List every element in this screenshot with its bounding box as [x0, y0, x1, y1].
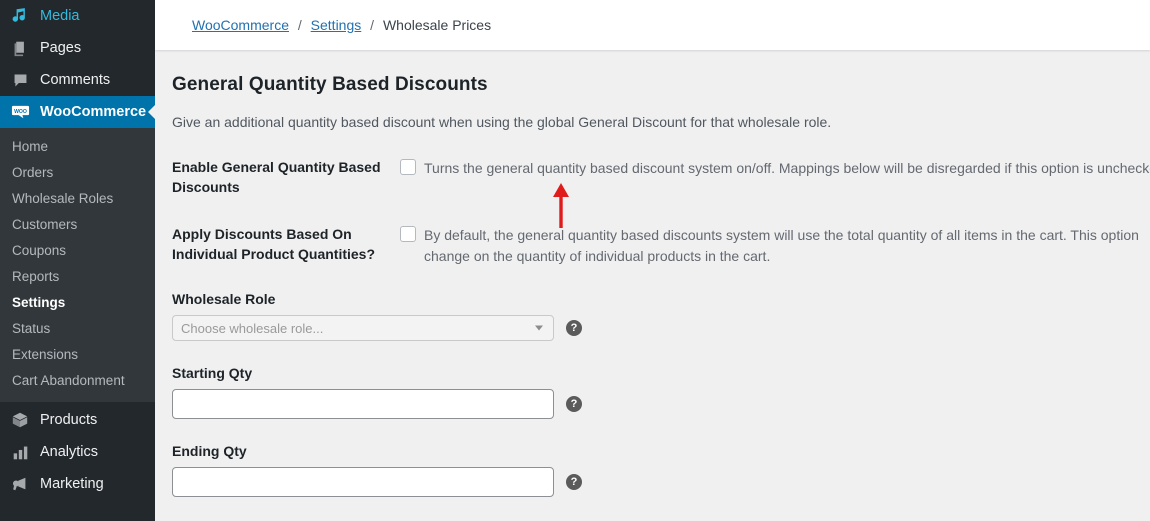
breadcrumb-separator: /: [298, 17, 302, 33]
media-icon: [9, 6, 31, 26]
submenu-item-wholesale-roles[interactable]: Wholesale Roles: [0, 186, 155, 212]
submenu-item-home[interactable]: Home: [0, 134, 155, 160]
field-line: Choose wholesale role... ?: [172, 315, 1150, 341]
marketing-megaphone-icon: [9, 474, 31, 494]
products-box-icon: [9, 410, 31, 430]
pages-icon: [9, 38, 31, 58]
sidebar-item-label: Products: [40, 412, 97, 428]
submenu-item-status[interactable]: Status: [0, 316, 155, 342]
sidebar-item-label: Pages: [40, 40, 81, 56]
sidebar-top-menu: Media Pages Comments: [0, 0, 155, 128]
breadcrumb: WooCommerce / Settings / Wholesale Price…: [192, 17, 491, 33]
page-title: General Quantity Based Discounts: [172, 74, 1150, 96]
sidebar-item-pages[interactable]: Pages: [0, 32, 155, 64]
admin-sidebar: Media Pages Comments: [0, 0, 155, 521]
sidebar-item-woocommerce[interactable]: WOO WooCommerce: [0, 96, 155, 128]
row-field: By default, the general quantity based d…: [400, 223, 1150, 267]
sidebar-item-media[interactable]: Media: [0, 0, 155, 32]
field-label: Starting Qty: [172, 365, 1150, 381]
starting-qty-input[interactable]: [172, 389, 554, 419]
breadcrumb-link-woocommerce[interactable]: WooCommerce: [192, 17, 289, 33]
submenu-item-reports[interactable]: Reports: [0, 264, 155, 290]
page-description: Give an additional quantity based discou…: [172, 114, 1150, 130]
sidebar-item-label: WooCommerce: [40, 104, 146, 120]
woocommerce-submenu: Home Orders Wholesale Roles Customers Co…: [0, 128, 155, 402]
row-field: Turns the general quantity based discoun…: [400, 156, 1150, 179]
submenu-item-settings[interactable]: Settings: [0, 290, 155, 316]
row-apply-discounts-individual-product-quantities: Apply Discounts Based On Individual Prod…: [172, 223, 1150, 267]
row-description: By default, the general quantity based d…: [424, 225, 1150, 267]
row-label: Enable General Quantity Based Discounts: [172, 156, 400, 197]
help-question-icon[interactable]: ?: [566, 396, 582, 412]
sidebar-item-products[interactable]: Products: [0, 404, 155, 436]
field-wholesale-role: Wholesale Role Choose wholesale role... …: [172, 291, 1150, 341]
field-starting-qty: Starting Qty ?: [172, 365, 1150, 419]
sidebar-item-label: Media: [40, 8, 80, 24]
submenu-item-orders[interactable]: Orders: [0, 160, 155, 186]
help-question-icon[interactable]: ?: [566, 474, 582, 490]
sidebar-item-label: Marketing: [40, 476, 104, 492]
submenu-item-coupons[interactable]: Coupons: [0, 238, 155, 264]
submenu-item-cart-abandonment[interactable]: Cart Abandonment: [0, 368, 155, 394]
submenu-item-customers[interactable]: Customers: [0, 212, 155, 238]
help-question-icon[interactable]: ?: [566, 320, 582, 336]
row-label: Apply Discounts Based On Individual Prod…: [172, 223, 400, 264]
field-ending-qty: Ending Qty ?: [172, 443, 1150, 497]
breadcrumb-separator: /: [370, 17, 374, 33]
breadcrumb-link-settings[interactable]: Settings: [311, 17, 362, 33]
wholesale-role-select[interactable]: Choose wholesale role...: [172, 315, 554, 341]
sidebar-item-comments[interactable]: Comments: [0, 64, 155, 96]
settings-panel: General Quantity Based Discounts Give an…: [155, 50, 1150, 521]
sidebar-item-marketing[interactable]: Marketing: [0, 468, 155, 500]
wordpress-admin-screen: Media Pages Comments: [0, 0, 1150, 521]
field-label: Wholesale Role: [172, 291, 1150, 307]
field-line: ?: [172, 467, 1150, 497]
comments-icon: [9, 70, 31, 90]
analytics-bar-chart-icon: [9, 442, 31, 462]
row-description: Turns the general quantity based discoun…: [424, 158, 1150, 179]
sidebar-item-label: Analytics: [40, 444, 98, 460]
field-label: Ending Qty: [172, 443, 1150, 459]
sidebar-item-analytics[interactable]: Analytics: [0, 436, 155, 468]
woocommerce-icon: WOO: [9, 102, 31, 122]
ending-qty-input[interactable]: [172, 467, 554, 497]
sidebar-item-label: Comments: [40, 72, 110, 88]
sidebar-active-arrow-icon: [148, 104, 155, 120]
row-enable-general-quantity-based-discounts: Enable General Quantity Based Discounts …: [172, 156, 1150, 197]
topbar: WooCommerce / Settings / Wholesale Price…: [155, 0, 1150, 50]
wholesale-role-placeholder: Choose wholesale role...: [181, 321, 323, 336]
sidebar-bottom-menu: Products Analytics: [0, 404, 155, 500]
enable-general-quantity-discounts-checkbox[interactable]: [400, 159, 416, 175]
submenu-item-extensions[interactable]: Extensions: [0, 342, 155, 368]
content-area: WooCommerce / Settings / Wholesale Price…: [155, 0, 1150, 521]
chevron-down-icon: [535, 326, 543, 331]
breadcrumb-current-wholesale-prices: Wholesale Prices: [383, 17, 491, 33]
field-line: ?: [172, 389, 1150, 419]
svg-text:WOO: WOO: [14, 108, 27, 114]
apply-discounts-individual-quantities-checkbox[interactable]: [400, 226, 416, 242]
